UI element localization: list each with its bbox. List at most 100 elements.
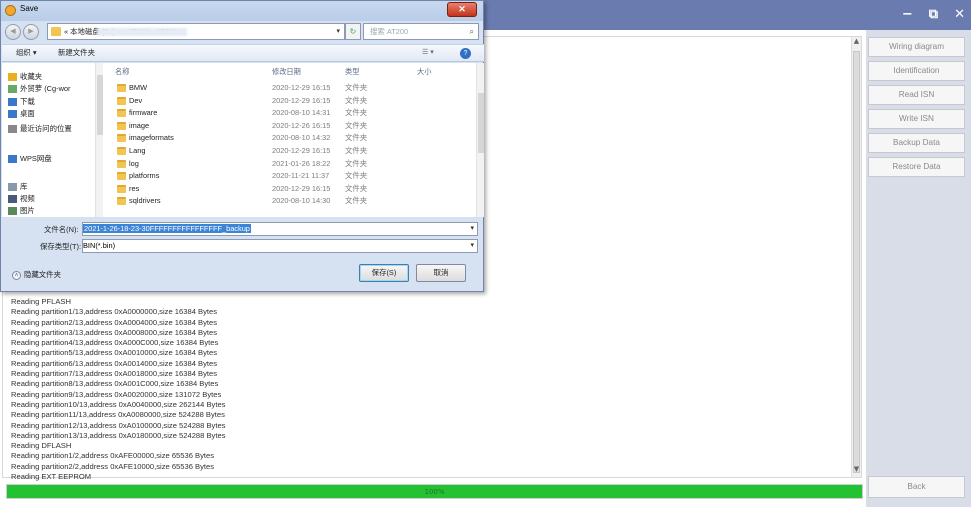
dialog-close-button[interactable]: ✕	[447, 2, 477, 17]
backup-data-button[interactable]: Backup Data	[868, 133, 965, 153]
file-row[interactable]: Dev 2020-12-29 16:15 文件夹	[105, 95, 475, 108]
search-placeholder: 搜索 AT200	[370, 27, 409, 36]
nav-item[interactable]: 库	[8, 181, 27, 193]
chevron-down-icon[interactable]: ▾	[336, 24, 340, 39]
restore-data-button[interactable]: Restore Data	[868, 157, 965, 177]
file-scrollbar[interactable]	[476, 63, 484, 217]
progress-label: 100%	[424, 488, 445, 496]
file-row[interactable]: platforms 2020-11-21 11:37 文件夹	[105, 170, 475, 183]
nav-item[interactable]: 视频	[8, 193, 35, 205]
log-line: Reading PFLASH	[11, 297, 71, 306]
close-icon[interactable]: ✕	[954, 5, 965, 25]
filetype-value: BIN(*.bin)	[83, 241, 116, 250]
nav-scroll-thumb[interactable]	[97, 75, 103, 135]
file-date: 2020-12-29 16:15	[272, 95, 331, 105]
dialog-footer: ˄ 隐藏文件夹 保存(S) 取消	[2, 259, 484, 291]
filetype-select[interactable]: BIN(*.bin) ▾	[82, 239, 478, 253]
address-bar[interactable]: « 本地磁盘 (D:) ▸ ▸ AT200 ▸ AT200 ▸ ▾	[47, 23, 345, 40]
progress-bar: 100%	[6, 484, 863, 499]
nav-item[interactable]: 外贸萝 (Cg-wor	[8, 83, 71, 95]
scroll-down-icon[interactable]: ▼	[852, 465, 861, 477]
wiring-diagram-button[interactable]: Wiring diagram	[868, 37, 965, 57]
back-arrow-icon[interactable]: ◀	[5, 24, 21, 40]
log-line: Reading EXT EEPROM	[11, 472, 92, 482]
log-line: Reading partition2/13,address 0xA0004000…	[11, 317, 218, 327]
folder-icon	[117, 134, 126, 143]
cancel-button[interactable]: 取消	[416, 264, 466, 282]
file-type: 文件夹	[345, 183, 368, 193]
identification-button[interactable]: Identification	[868, 61, 965, 81]
file-row[interactable]: imageformats 2020-08-10 14:32 文件夹	[105, 132, 475, 145]
file-row[interactable]: BMW 2020-12-29 16:15 文件夹	[105, 82, 475, 95]
file-name: imageformats	[129, 133, 174, 143]
nav-item-label: 图片	[20, 206, 35, 215]
write-isn-button[interactable]: Write ISN	[868, 109, 965, 129]
nav-item[interactable]: 图片	[8, 205, 35, 217]
nav-item[interactable]: 下载	[8, 96, 35, 108]
filetype-label: 保存类型(T):	[40, 242, 82, 251]
chevron-up-icon: ˄	[12, 270, 21, 280]
log-line: Reading partition3/13,address 0xA0008000…	[11, 327, 218, 337]
navigation-pane: 收藏夹 外贸萝 (Cg-wor 下载 桌面最近访问的位置 WPS网盘库视频 图片	[2, 63, 103, 217]
search-icon[interactable]: ⌕	[470, 24, 474, 39]
file-row[interactable]: sqldrivers 2020-08-10 14:30 文件夹	[105, 195, 475, 208]
log-line: Reading partition12/13,address 0xA010000…	[11, 420, 226, 430]
forward-arrow-icon[interactable]: ▶	[23, 24, 39, 40]
scroll-up-icon[interactable]: ▲	[852, 37, 861, 49]
video-icon	[8, 195, 17, 204]
log-line: Reading partition2/2,address 0xAFE10000,…	[11, 461, 215, 471]
nav-item[interactable]: 最近访问的位置	[8, 123, 72, 135]
file-name: log	[129, 158, 139, 168]
minimize-icon[interactable]: −	[902, 5, 913, 25]
file-scroll-thumb[interactable]	[478, 93, 484, 153]
folder-icon	[117, 84, 126, 92]
file-date: 2020-08-10 14:31	[272, 108, 331, 118]
restore-icon[interactable]: ⧉	[929, 5, 938, 25]
file-row[interactable]: firmware 2020-08-10 14:31 文件夹	[105, 107, 475, 120]
nav-item-label: 外贸萝 (Cg-wor	[20, 84, 71, 93]
log-line: Reading partition8/13,address 0xA001C000…	[11, 379, 219, 389]
file-date: 2020-12-26 16:15	[272, 120, 331, 130]
log-line: Reading partition1/13,address 0xA0000000…	[11, 307, 218, 317]
file-row[interactable]: res 2020-12-29 16:15 文件夹	[105, 183, 475, 196]
save-button[interactable]: 保存(S)	[359, 264, 409, 282]
file-name: sqldrivers	[129, 196, 161, 206]
chevron-down-icon[interactable]: ▾	[470, 240, 474, 252]
help-icon[interactable]: ?	[460, 48, 471, 59]
log-line: Reading partition6/13,address 0xA0014000…	[11, 358, 218, 368]
search-input[interactable]: 搜索 AT200 ⌕	[363, 23, 479, 40]
nav-item[interactable]: WPS网盘	[8, 153, 52, 165]
nav-item[interactable]: 桌面	[8, 108, 35, 120]
column-type[interactable]: 类型	[345, 67, 359, 77]
column-size[interactable]: 大小	[417, 67, 431, 77]
organize-menu[interactable]: 组织 ▾	[16, 45, 37, 61]
new-folder-button[interactable]: 新建文件夹	[58, 45, 95, 61]
refresh-icon[interactable]: ↻	[345, 23, 361, 40]
log-scrollbar[interactable]: ▲ ▼	[851, 37, 861, 477]
chevron-down-icon[interactable]: ▾	[470, 223, 474, 235]
read-isn-button[interactable]: Read ISN	[868, 85, 965, 105]
file-row[interactable]: image 2020-12-26 16:15 文件夹	[105, 120, 475, 133]
nav-item[interactable]: 收藏夹	[8, 71, 42, 83]
file-type: 文件夹	[345, 95, 368, 105]
file-type: 文件夹	[345, 83, 368, 92]
filename-input[interactable]: 2021-1-26-18-23-30FFFFFFFFFFFFFFFF_backu…	[82, 222, 478, 236]
file-date: 2020-08-10 14:32	[272, 133, 331, 143]
view-options-icon[interactable]: ☰ ▾	[422, 45, 434, 61]
file-type: 文件夹	[345, 133, 368, 143]
back-button[interactable]: Back	[868, 476, 965, 498]
column-name[interactable]: 名称	[115, 67, 129, 77]
address-row: ◀ ▶ « 本地磁盘 (D:) ▸ ▸ AT200 ▸ AT200 ▸ ▾ ↻ …	[5, 23, 481, 41]
folder-icon	[117, 96, 126, 105]
file-row[interactable]: Lang 2020-12-29 16:15 文件夹	[105, 145, 475, 158]
cloud-icon	[8, 155, 17, 164]
dialog-titlebar: Save ✕	[1, 1, 483, 21]
file-name: Dev	[129, 95, 143, 105]
file-type: 文件夹	[345, 120, 368, 130]
file-row[interactable]: log 2021-01-26 18:22 文件夹	[105, 158, 475, 171]
column-date[interactable]: 修改日期	[272, 67, 301, 77]
star-icon	[8, 73, 17, 82]
nav-scrollbar[interactable]	[95, 63, 103, 217]
hide-folders-toggle[interactable]: ˄ 隐藏文件夹	[12, 269, 61, 280]
scroll-thumb[interactable]	[853, 51, 860, 473]
